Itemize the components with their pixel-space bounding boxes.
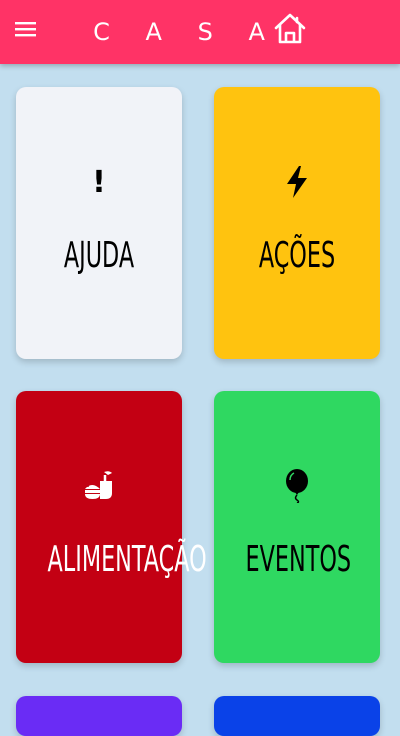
card-label-ajuda: AJUDA bbox=[63, 235, 135, 276]
app-bar: C A S A bbox=[0, 0, 400, 64]
card-label-alimentacao: ALIMENTAÇÃO bbox=[47, 539, 207, 580]
card-acoes[interactable]: AÇÕES bbox=[214, 87, 380, 359]
home-icon bbox=[274, 13, 306, 44]
food-icon bbox=[16, 469, 182, 503]
category-grid: ! AJUDA AÇÕES ALIMENTAÇÃO EVENTOS bbox=[0, 0, 400, 736]
card-label-eventos: EVENTOS bbox=[245, 539, 352, 580]
card-alimentacao[interactable]: ALIMENTAÇÃO bbox=[16, 391, 207, 663]
lightning-bolt-icon bbox=[214, 165, 380, 199]
card-eventos[interactable]: EVENTOS bbox=[214, 391, 380, 663]
card-label-acoes: AÇÕES bbox=[258, 235, 336, 276]
card-partial-blue[interactable] bbox=[214, 696, 380, 736]
page-title: C A S A bbox=[93, 18, 279, 46]
title-wrap: C A S A bbox=[0, 0, 400, 64]
balloon-icon bbox=[214, 469, 380, 503]
exclamation-icon: ! bbox=[92, 164, 106, 200]
card-ajuda[interactable]: ! AJUDA bbox=[16, 87, 182, 359]
card-partial-purple[interactable] bbox=[16, 696, 182, 736]
